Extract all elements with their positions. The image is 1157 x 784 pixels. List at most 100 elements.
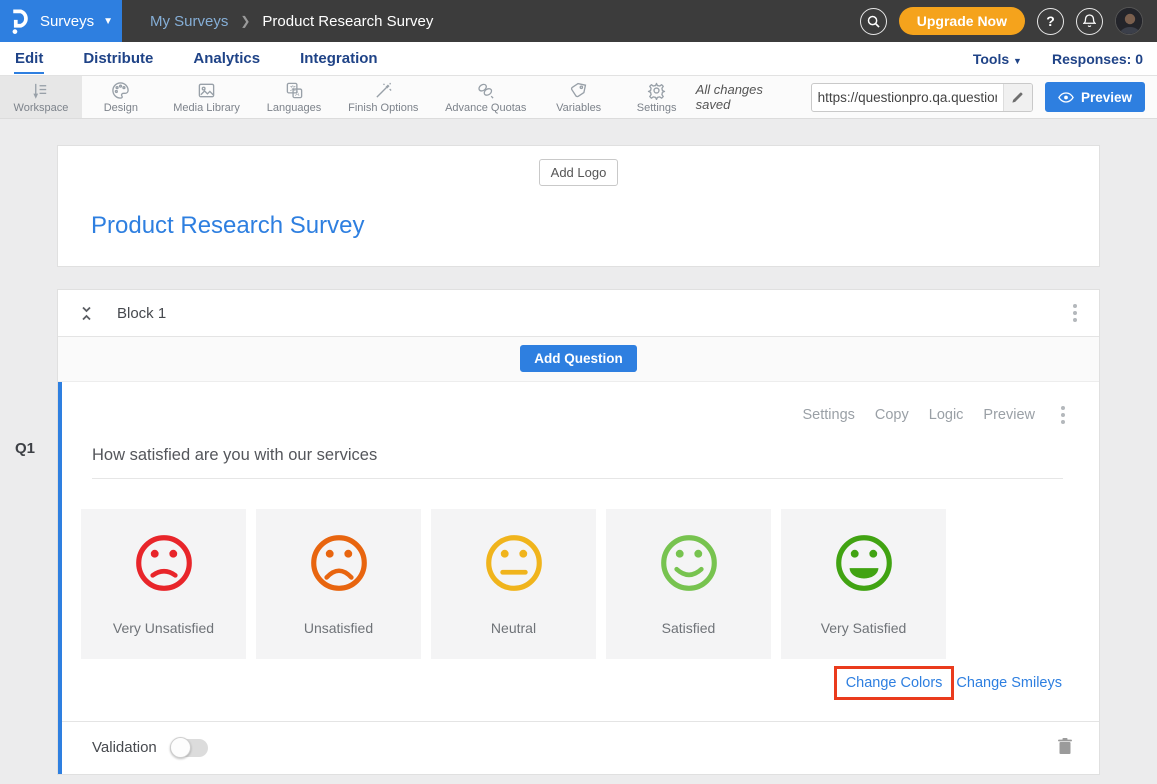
image-icon — [197, 81, 216, 100]
gear-icon — [647, 81, 666, 100]
toolbar-item-variables[interactable]: Variables — [540, 76, 618, 118]
option-label: Very Unsatisfied — [113, 620, 214, 636]
block-title[interactable]: Block 1 — [117, 305, 166, 322]
save-status: All changes saved — [696, 82, 799, 112]
toolbar-item-settings[interactable]: Settings — [618, 76, 696, 118]
option-neutral[interactable]: Neutral — [431, 509, 596, 659]
trash-icon — [1057, 737, 1073, 755]
user-avatar[interactable] — [1115, 7, 1143, 35]
chevron-down-icon: ▼ — [1013, 56, 1022, 66]
change-links-row: Change Colors Change Smileys — [62, 666, 1062, 700]
change-colors-link[interactable]: Change Colors — [846, 675, 943, 691]
option-satisfied[interactable]: Satisfied — [606, 509, 771, 659]
palette-icon — [111, 81, 130, 100]
block-card: Block 1 Add Question Q1 Settings Copy Lo… — [57, 289, 1100, 775]
navbar-actions: Upgrade Now ? — [860, 7, 1157, 35]
survey-editor-canvas: Add Logo Product Research Survey Block 1… — [0, 119, 1157, 784]
question-wrap: Q1 Settings Copy Logic Preview How satis… — [58, 382, 1099, 774]
question-divider — [92, 478, 1063, 479]
workspace-icon — [31, 81, 50, 100]
breadcrumb-my-surveys[interactable]: My Surveys — [150, 13, 228, 30]
toggle-knob — [170, 737, 191, 758]
app-logo-menu[interactable]: Surveys ▼ — [0, 0, 122, 42]
question-menu-kebab-icon[interactable] — [1055, 402, 1071, 428]
chain-link-icon — [476, 81, 495, 100]
pencil-icon — [1011, 91, 1024, 104]
smiley-satisfied-icon — [656, 530, 722, 596]
tabrow-right: Tools ▼ Responses: 0 — [973, 51, 1143, 67]
breadcrumb-chevron-icon: ❯ — [240, 14, 250, 28]
question-logic-link[interactable]: Logic — [929, 407, 964, 423]
survey-section-tabs: Edit Distribute Analytics Integration To… — [0, 42, 1157, 76]
question-actions: Settings Copy Logic Preview — [62, 382, 1099, 428]
survey-title[interactable]: Product Research Survey — [91, 212, 1099, 240]
add-question-strip: Add Question — [58, 337, 1099, 382]
top-navbar: Surveys ▼ My Surveys ❯ Product Research … — [0, 0, 1157, 42]
option-very-unsatisfied[interactable]: Very Unsatisfied — [81, 509, 246, 659]
block-header: Block 1 — [58, 290, 1099, 337]
question-copy-link[interactable]: Copy — [875, 407, 909, 423]
change-colors-highlight-box: Change Colors — [834, 666, 955, 700]
toolbar-item-languages[interactable]: 文A Languages — [253, 76, 334, 118]
smiley-unsatisfied-icon — [306, 530, 372, 596]
question-settings-link[interactable]: Settings — [802, 407, 854, 423]
delete-question-button[interactable] — [1057, 737, 1073, 758]
add-logo-button[interactable]: Add Logo — [539, 159, 619, 186]
survey-url-input[interactable] — [812, 90, 1003, 105]
toolbar-item-advance-quotas[interactable]: Advance Quotas — [432, 76, 540, 118]
option-unsatisfied[interactable]: Unsatisfied — [256, 509, 421, 659]
option-very-satisfied[interactable]: Very Satisfied — [781, 509, 946, 659]
breadcrumb-survey-title: Product Research Survey — [262, 13, 433, 30]
tab-distribute[interactable]: Distribute — [82, 44, 154, 74]
question-card: Settings Copy Logic Preview How satisfie… — [58, 382, 1099, 774]
tab-edit[interactable]: Edit — [14, 44, 44, 74]
smiley-neutral-icon — [481, 530, 547, 596]
tools-menu[interactable]: Tools ▼ — [973, 51, 1022, 67]
question-id: Q1 — [15, 440, 35, 457]
validation-label: Validation — [92, 739, 157, 756]
bell-icon — [1083, 14, 1096, 28]
option-label: Very Satisfied — [821, 620, 907, 636]
survey-header-card: Add Logo Product Research Survey — [57, 145, 1100, 267]
smiley-options: Very Unsatisfied Unsatisfied Neutral Sat… — [81, 509, 1099, 659]
tab-integration[interactable]: Integration — [299, 44, 379, 74]
add-logo-wrap: Add Logo — [58, 159, 1099, 186]
question-text[interactable]: How satisfied are you with our services — [92, 446, 1099, 465]
eye-icon — [1058, 92, 1074, 103]
responses-count: Responses: 0 — [1052, 51, 1143, 67]
block-menu-kebab-icon[interactable] — [1067, 300, 1083, 326]
product-name: Surveys — [40, 13, 94, 30]
breadcrumb: My Surveys ❯ Product Research Survey — [150, 13, 433, 30]
option-label: Unsatisfied — [304, 620, 373, 636]
question-preview-link[interactable]: Preview — [983, 407, 1035, 423]
toolbar-item-media-library[interactable]: Media Library — [160, 76, 253, 118]
toolbar-item-finish-options[interactable]: Finish Options — [335, 76, 432, 118]
survey-url-group — [811, 83, 1033, 112]
validation-row: Validation — [62, 721, 1099, 774]
translate-icon: 文A — [285, 81, 304, 100]
option-label: Neutral — [491, 620, 536, 636]
collapse-block-button[interactable] — [78, 304, 95, 323]
upgrade-now-button[interactable]: Upgrade Now — [899, 7, 1025, 35]
toolbar-item-design[interactable]: Design — [82, 76, 160, 118]
toolbar-right: All changes saved Preview — [696, 76, 1157, 118]
avatar-photo — [1116, 8, 1143, 35]
help-button[interactable]: ? — [1037, 8, 1064, 35]
preview-button[interactable]: Preview — [1045, 82, 1145, 112]
editor-toolbar: Workspace Design Media Library 文A Langua… — [0, 76, 1157, 119]
validation-toggle[interactable] — [170, 739, 208, 757]
option-label: Satisfied — [662, 620, 716, 636]
tag-icon — [569, 81, 588, 100]
block-footer-row: Add Question ✂Page Break ☑Separator — [57, 775, 1100, 784]
add-question-button-top[interactable]: Add Question — [520, 345, 637, 372]
questionpro-logo-icon — [9, 8, 31, 35]
tab-analytics[interactable]: Analytics — [192, 44, 261, 74]
change-smileys-link[interactable]: Change Smileys — [956, 675, 1062, 691]
toolbar-item-workspace[interactable]: Workspace — [0, 76, 82, 118]
search-button[interactable] — [860, 8, 887, 35]
magic-wand-icon — [374, 81, 393, 100]
chevron-down-icon: ▼ — [103, 16, 113, 27]
search-icon — [867, 15, 880, 28]
notifications-button[interactable] — [1076, 8, 1103, 35]
edit-url-button[interactable] — [1003, 84, 1032, 111]
